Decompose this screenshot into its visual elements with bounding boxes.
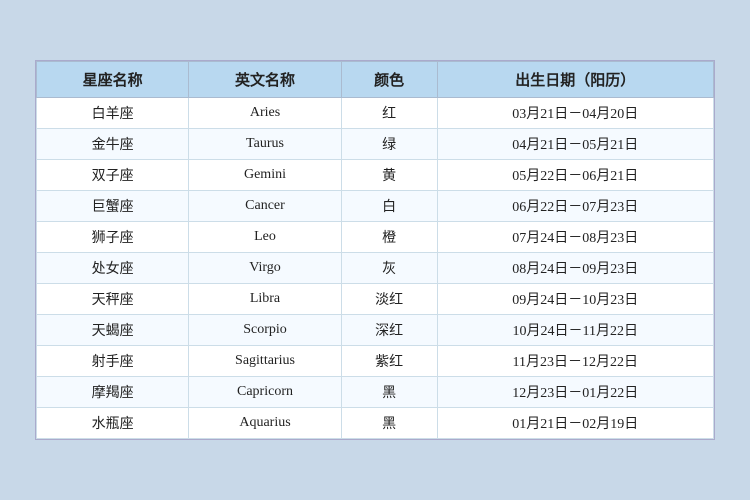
cell-english: Leo <box>189 222 341 253</box>
col-header-english: 英文名称 <box>189 62 341 98</box>
cell-dates: 10月24日－11月22日 <box>437 315 713 346</box>
cell-color: 紫红 <box>341 346 437 377</box>
cell-dates: 07月24日－08月23日 <box>437 222 713 253</box>
cell-english: Aries <box>189 98 341 129</box>
cell-chinese: 狮子座 <box>37 222 189 253</box>
cell-color: 深红 <box>341 315 437 346</box>
cell-color: 红 <box>341 98 437 129</box>
cell-english: Capricorn <box>189 377 341 408</box>
cell-english: Sagittarius <box>189 346 341 377</box>
cell-dates: 05月22日－06月21日 <box>437 160 713 191</box>
table-row: 白羊座Aries红03月21日－04月20日 <box>37 98 714 129</box>
col-header-dates: 出生日期（阳历） <box>437 62 713 98</box>
table-row: 狮子座Leo橙07月24日－08月23日 <box>37 222 714 253</box>
cell-chinese: 天秤座 <box>37 284 189 315</box>
cell-english: Libra <box>189 284 341 315</box>
table-row: 天蝎座Scorpio深红10月24日－11月22日 <box>37 315 714 346</box>
table-row: 双子座Gemini黄05月22日－06月21日 <box>37 160 714 191</box>
cell-english: Scorpio <box>189 315 341 346</box>
table-row: 天秤座Libra淡红09月24日－10月23日 <box>37 284 714 315</box>
cell-english: Taurus <box>189 129 341 160</box>
cell-color: 淡红 <box>341 284 437 315</box>
table-body: 白羊座Aries红03月21日－04月20日金牛座Taurus绿04月21日－0… <box>37 98 714 439</box>
cell-color: 黑 <box>341 408 437 439</box>
cell-color: 橙 <box>341 222 437 253</box>
cell-dates: 06月22日－07月23日 <box>437 191 713 222</box>
zodiac-table-wrapper: 星座名称 英文名称 颜色 出生日期（阳历） 白羊座Aries红03月21日－04… <box>35 60 715 440</box>
cell-english: Cancer <box>189 191 341 222</box>
cell-dates: 01月21日－02月19日 <box>437 408 713 439</box>
cell-chinese: 摩羯座 <box>37 377 189 408</box>
cell-chinese: 射手座 <box>37 346 189 377</box>
cell-dates: 04月21日－05月21日 <box>437 129 713 160</box>
cell-color: 白 <box>341 191 437 222</box>
cell-english: Virgo <box>189 253 341 284</box>
cell-chinese: 水瓶座 <box>37 408 189 439</box>
table-row: 巨蟹座Cancer白06月22日－07月23日 <box>37 191 714 222</box>
cell-english: Aquarius <box>189 408 341 439</box>
zodiac-table: 星座名称 英文名称 颜色 出生日期（阳历） 白羊座Aries红03月21日－04… <box>36 61 714 439</box>
table-row: 金牛座Taurus绿04月21日－05月21日 <box>37 129 714 160</box>
cell-chinese: 巨蟹座 <box>37 191 189 222</box>
cell-color: 黑 <box>341 377 437 408</box>
cell-dates: 11月23日－12月22日 <box>437 346 713 377</box>
table-header-row: 星座名称 英文名称 颜色 出生日期（阳历） <box>37 62 714 98</box>
cell-english: Gemini <box>189 160 341 191</box>
table-row: 射手座Sagittarius紫红11月23日－12月22日 <box>37 346 714 377</box>
cell-chinese: 金牛座 <box>37 129 189 160</box>
cell-color: 绿 <box>341 129 437 160</box>
cell-dates: 08月24日－09月23日 <box>437 253 713 284</box>
col-header-chinese: 星座名称 <box>37 62 189 98</box>
cell-color: 黄 <box>341 160 437 191</box>
cell-dates: 09月24日－10月23日 <box>437 284 713 315</box>
cell-dates: 03月21日－04月20日 <box>437 98 713 129</box>
col-header-color: 颜色 <box>341 62 437 98</box>
cell-color: 灰 <box>341 253 437 284</box>
cell-dates: 12月23日－01月22日 <box>437 377 713 408</box>
cell-chinese: 双子座 <box>37 160 189 191</box>
cell-chinese: 处女座 <box>37 253 189 284</box>
table-row: 摩羯座Capricorn黑12月23日－01月22日 <box>37 377 714 408</box>
cell-chinese: 天蝎座 <box>37 315 189 346</box>
table-row: 水瓶座Aquarius黑01月21日－02月19日 <box>37 408 714 439</box>
cell-chinese: 白羊座 <box>37 98 189 129</box>
table-row: 处女座Virgo灰08月24日－09月23日 <box>37 253 714 284</box>
